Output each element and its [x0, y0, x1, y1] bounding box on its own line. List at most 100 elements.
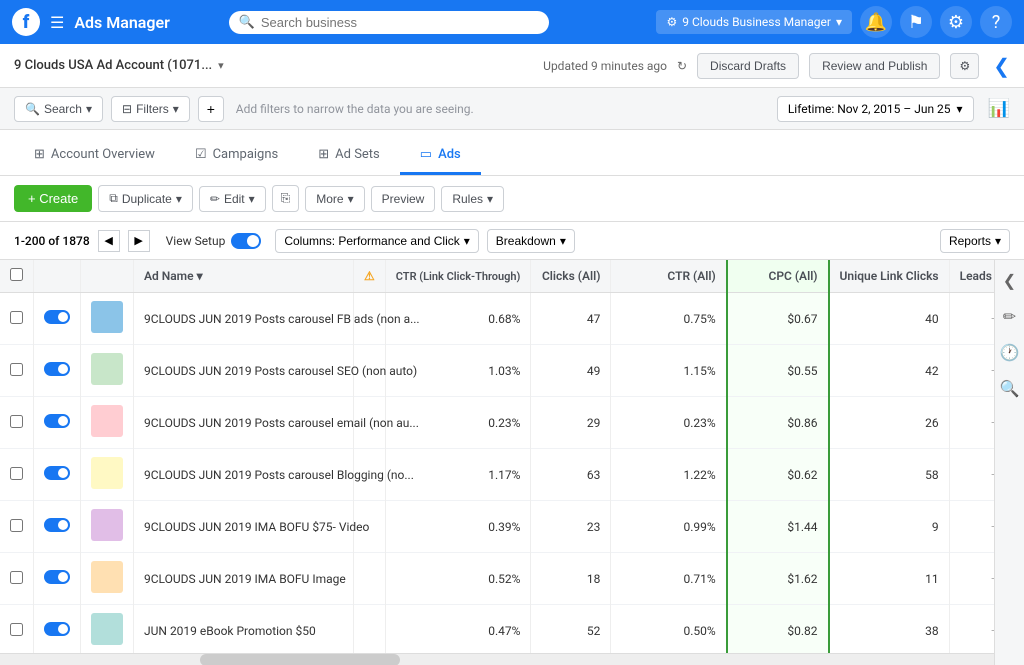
notifications-icon[interactable]: 🔔 [860, 6, 892, 38]
review-publish-button[interactable]: Review and Publish [809, 53, 940, 79]
row-checkbox-cell[interactable] [0, 553, 34, 605]
edit-button[interactable]: ✏ Edit ▾ [199, 186, 266, 212]
row-checkbox[interactable] [10, 363, 23, 376]
create-button[interactable]: + Create [14, 185, 92, 212]
row-toggle-cell[interactable] [34, 553, 81, 605]
row-image-cell [81, 293, 134, 345]
row-toggle[interactable] [44, 414, 70, 428]
duplicate-button[interactable]: ⧉ Duplicate ▾ [98, 185, 193, 212]
row-toggle[interactable] [44, 622, 70, 636]
next-page-button[interactable]: ▶ [128, 230, 150, 252]
preview-button[interactable]: Preview [371, 186, 436, 212]
reports-button[interactable]: Reports ▾ [940, 229, 1010, 253]
row-toggle[interactable] [44, 362, 70, 376]
tab-account-overview[interactable]: ⊞ Account Overview [14, 137, 175, 175]
row-toggle-cell[interactable] [34, 449, 81, 501]
more-button[interactable]: More ▾ [305, 186, 364, 212]
warning-header: ⚠ [354, 260, 386, 293]
view-setup: View Setup [166, 233, 262, 249]
row-ctr-all: 0.71% [611, 553, 727, 605]
row-toggle-cell[interactable] [34, 293, 81, 345]
table-container: Ad Name ▾ ⚠ CTR (Link Click-Through) Cli… [0, 260, 1024, 653]
row-toggle[interactable] [44, 310, 70, 324]
tab-adsets[interactable]: ⊞ Ad Sets [298, 137, 400, 175]
row-image-cell [81, 605, 134, 654]
ad-thumbnail [91, 301, 123, 333]
ad-thumbnail [91, 405, 123, 437]
row-toggle[interactable] [44, 466, 70, 480]
row-checkbox[interactable] [10, 311, 23, 324]
account-settings-button[interactable]: ⚙ [950, 53, 979, 79]
settings-icon[interactable]: ⚙ [940, 6, 972, 38]
search-input[interactable] [261, 15, 539, 30]
unique-link-clicks-header[interactable]: Unique Link Clicks [829, 260, 950, 293]
ad-thumbnail [91, 353, 123, 385]
flag-icon[interactable]: ⚑ [900, 6, 932, 38]
hamburger-icon[interactable]: ☰ [50, 13, 64, 32]
row-checkbox[interactable] [10, 467, 23, 480]
search-filter-button[interactable]: 🔍 Search ▾ [14, 96, 103, 122]
row-toggle[interactable] [44, 518, 70, 532]
row-ctr-all: 1.22% [611, 449, 727, 501]
copy-button[interactable]: ⎘ [272, 185, 300, 212]
row-checkbox[interactable] [10, 571, 23, 584]
search-icon: 🔍 [25, 102, 40, 116]
row-cpc: $1.44 [727, 501, 829, 553]
row-checkbox-cell[interactable] [0, 449, 34, 501]
row-checkbox-cell[interactable] [0, 293, 34, 345]
row-toggle-cell[interactable] [34, 605, 81, 654]
back-icon[interactable]: ❮ [993, 54, 1010, 78]
select-all-header[interactable] [0, 260, 34, 293]
refresh-icon[interactable]: ↻ [677, 59, 687, 73]
table-row: 9CLOUDS JUN 2019 IMA BOFU Image 0.52% 18… [0, 553, 1024, 605]
help-icon[interactable]: ? [980, 6, 1012, 38]
chevron-down-icon: ▾ [487, 192, 493, 206]
scrollbar-thumb[interactable] [200, 654, 400, 665]
rules-button[interactable]: Rules ▾ [441, 186, 504, 212]
row-checkbox-cell[interactable] [0, 605, 34, 654]
columns-button[interactable]: Columns: Performance and Click ▾ [275, 229, 478, 253]
filters-button[interactable]: ⊟ Filters ▾ [111, 96, 190, 122]
row-checkbox-cell[interactable] [0, 397, 34, 449]
ad-name-header[interactable]: Ad Name ▾ [134, 260, 354, 293]
row-checkbox[interactable] [10, 415, 23, 428]
row-toggle[interactable] [44, 570, 70, 584]
horizontal-scrollbar[interactable] [0, 653, 994, 665]
tab-campaigns[interactable]: ☑ Campaigns [175, 137, 298, 175]
filter-icon: ⊟ [122, 102, 132, 116]
breakdown-button[interactable]: Breakdown ▾ [487, 229, 575, 253]
row-clicks: 29 [531, 397, 611, 449]
view-setup-toggle[interactable] [231, 233, 261, 249]
row-checkbox-cell[interactable] [0, 501, 34, 553]
row-toggle-cell[interactable] [34, 397, 81, 449]
row-checkbox[interactable] [10, 519, 23, 532]
back-panel-icon[interactable]: ❮ [998, 268, 1022, 292]
row-checkbox-cell[interactable] [0, 345, 34, 397]
cpc-all-header[interactable]: CPC (All) [727, 260, 829, 293]
row-warning [354, 553, 386, 605]
account-selector[interactable]: 9 Clouds USA Ad Account (1071... ▾ [14, 58, 224, 73]
clicks-all-header[interactable]: Clicks (All) [531, 260, 611, 293]
row-ad-name: 9CLOUDS JUN 2019 Posts carousel email (n… [134, 397, 354, 449]
discard-drafts-button[interactable]: Discard Drafts [697, 53, 799, 79]
pencil-panel-icon[interactable]: ✏ [998, 304, 1022, 328]
chart-icon[interactable]: 📊 [988, 98, 1010, 119]
search-panel-icon[interactable]: 🔍 [998, 376, 1022, 400]
ctr-all-header[interactable]: CTR (All) [611, 260, 727, 293]
prev-page-button[interactable]: ◀ [98, 230, 120, 252]
toggle-dot [247, 235, 259, 247]
tab-ads[interactable]: ▭ Ads [400, 137, 481, 175]
biz-manager-button[interactable]: ⚙ 9 Clouds Business Manager ▾ [656, 10, 852, 34]
row-toggle-cell[interactable] [34, 345, 81, 397]
select-all-checkbox[interactable] [10, 268, 23, 281]
warning-icon: ⚠ [364, 269, 375, 283]
date-range-button[interactable]: Lifetime: Nov 2, 2015 – Jun 25 ▾ [777, 96, 974, 122]
row-ctr-link: 0.47% [385, 605, 531, 654]
chevron-down-icon: ▾ [348, 192, 354, 206]
add-filter-button[interactable]: + [198, 96, 224, 122]
clock-panel-icon[interactable]: 🕐 [998, 340, 1022, 364]
row-checkbox[interactable] [10, 623, 23, 636]
row-toggle-cell[interactable] [34, 501, 81, 553]
ad-thumbnail [91, 457, 123, 489]
ctr-link-header[interactable]: CTR (Link Click-Through) [385, 260, 531, 293]
